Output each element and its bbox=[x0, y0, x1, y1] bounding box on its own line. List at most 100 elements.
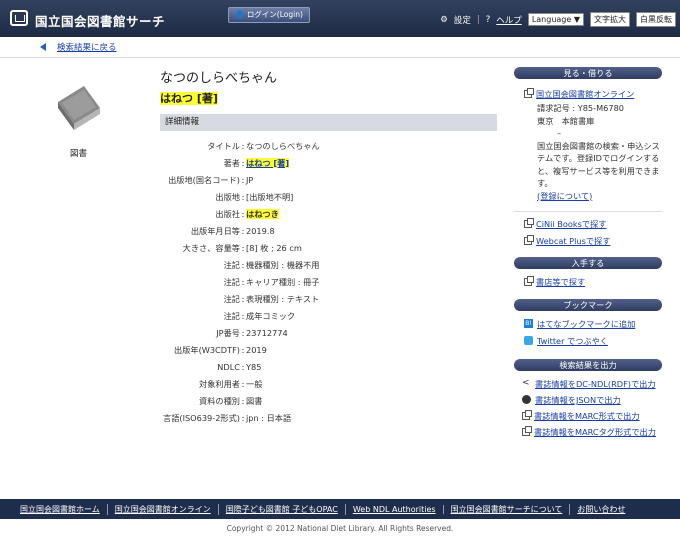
external-link-icon bbox=[524, 88, 534, 98]
field-value: 2019.8 bbox=[246, 225, 275, 236]
footer-link-contact[interactable]: お問い合わせ bbox=[570, 504, 632, 515]
field-value: 23712774 bbox=[246, 327, 288, 338]
bookstore-link[interactable]: 書店等で探す bbox=[524, 276, 662, 288]
webcat-label[interactable]: Webcat Plusで探す bbox=[536, 235, 610, 247]
export-rdf-label[interactable]: 書誌情報をDC-NDL(RDF)で出力 bbox=[535, 378, 656, 390]
author-highlight: はねつ [著] bbox=[160, 92, 218, 105]
dash: – bbox=[557, 128, 562, 138]
twitter-icon bbox=[524, 336, 533, 345]
back-arrow-icon[interactable] bbox=[40, 43, 46, 51]
twitter-label[interactable]: Twitter でつぶやく bbox=[537, 335, 608, 347]
bookstore-label[interactable]: 書店等で探す bbox=[536, 276, 585, 288]
back-to-results-link[interactable]: 検索結果に戻る bbox=[57, 41, 117, 53]
language-select[interactable]: Language ▼ bbox=[527, 13, 584, 26]
export-marc-tag-label[interactable]: 書誌情報をMARCタグ形式で出力 bbox=[534, 426, 656, 438]
json-icon bbox=[522, 395, 531, 404]
site-title[interactable]: 国立国会図書館サーチ bbox=[35, 11, 165, 30]
header-tools: ⚙ 設定 | ? ヘルプ Language ▼ 文字拡大 白黒反転 bbox=[440, 12, 676, 27]
table-row: タイトル: なつのしらべちゃん bbox=[160, 137, 497, 154]
table-row: 資料の種別: 図書 bbox=[160, 392, 497, 409]
table-row: 出版年(W3CDTF):2019 bbox=[160, 341, 497, 358]
register-link[interactable]: (登録について) bbox=[537, 191, 592, 201]
cinii-link[interactable]: CiNii Booksで探す bbox=[524, 218, 662, 230]
field-value: jpn : 日本語 bbox=[246, 412, 292, 423]
field-value: 機器種別 : 機器不用 bbox=[246, 259, 320, 270]
hatena-label[interactable]: はてなブックマークに追加 bbox=[537, 318, 635, 330]
sidebar: 見る・借りる 国立国会図書館オンライン 請求記号 : Y85-M6780 東京 … bbox=[514, 67, 662, 438]
field-value: [出版地不明] bbox=[246, 191, 294, 202]
document-type-label: 図書 bbox=[70, 149, 88, 159]
page-title: なつのしらべちゃん bbox=[160, 71, 278, 86]
footer-link-kids-opac[interactable]: 国際子ども図書館 子どもOPAC bbox=[219, 503, 346, 515]
external-link-icon bbox=[522, 410, 532, 420]
footer-link-ndl-home[interactable]: 国立国会図書館ホーム bbox=[0, 503, 108, 515]
webcat-link[interactable]: Webcat Plusで探す bbox=[524, 235, 662, 247]
ndl-logo-icon[interactable] bbox=[10, 10, 28, 26]
author-link[interactable]: はねつ [著] bbox=[246, 157, 290, 168]
field-label: JP番号 bbox=[216, 327, 240, 338]
table-row: 著者: はねつ [著] bbox=[160, 154, 497, 171]
author-name[interactable]: はねつ [著] bbox=[160, 90, 218, 106]
field-value: キャリア種別 : 冊子 bbox=[246, 276, 320, 287]
service-notice: 国立国会図書館の検索・申込システムです。登録IDでログインすると、複写サービス等… bbox=[537, 140, 660, 189]
site-footer: 国立国会図書館ホーム 国立国会図書館オンライン 国際子ども図書館 子どもOPAC… bbox=[0, 499, 680, 519]
field-label: 出版社 bbox=[215, 208, 240, 219]
table-row: 大きさ、容量等: [8] 枚 ; 26 cm bbox=[160, 239, 497, 256]
ndl-online-label[interactable]: 国立国会図書館オンライン bbox=[536, 88, 634, 100]
invert-colors-button[interactable]: 白黒反転 bbox=[636, 12, 676, 27]
table-row: 出版社: はねつき bbox=[160, 205, 497, 222]
divider bbox=[514, 211, 662, 212]
field-label: 注記 bbox=[223, 276, 240, 287]
field-label: 出版年(W3CDTF) bbox=[174, 344, 240, 355]
field-value: 成年コミック bbox=[246, 310, 296, 321]
footer-link-ndl-online[interactable]: 国立国会図書館オンライン bbox=[108, 503, 219, 515]
export-marc-tag-link[interactable]: 書誌情報をMARCタグ形式で出力 bbox=[522, 426, 662, 438]
export-json-label[interactable]: 書誌情報をJSONで出力 bbox=[535, 394, 621, 406]
hatena-link[interactable]: B! はてなブックマークに追加 bbox=[524, 318, 662, 330]
settings-link[interactable]: 設定 bbox=[454, 14, 471, 26]
field-label: 言語(ISO639-2形式) bbox=[163, 412, 240, 423]
detail-heading: 詳細情報 bbox=[160, 114, 497, 131]
field-label: 出版地(国名コード) bbox=[168, 174, 240, 185]
field-value-author[interactable]: はねつ [著] bbox=[246, 154, 497, 171]
cinii-label[interactable]: CiNii Booksで探す bbox=[536, 218, 606, 230]
gear-icon: ⚙ bbox=[440, 14, 448, 25]
book-icon bbox=[58, 86, 100, 130]
table-row: 出版地(国名コード): JP bbox=[160, 171, 497, 188]
bookmark-heading: ブックマーク bbox=[514, 299, 662, 311]
field-value: JP bbox=[246, 174, 254, 185]
back-bar: 検索結果に戻る bbox=[0, 37, 680, 58]
export-rdf-link[interactable]: < 書誌情報をDC-NDL(RDF)で出力 bbox=[522, 378, 662, 390]
chevron-down-icon: ▼ bbox=[573, 15, 580, 24]
font-larger-button[interactable]: 文字拡大 bbox=[590, 12, 630, 27]
field-label: 注記 bbox=[223, 293, 240, 304]
location: 東京 本館書庫 bbox=[537, 115, 595, 126]
field-label: 資料の種別 bbox=[199, 395, 240, 406]
field-label: タイトル bbox=[207, 140, 240, 151]
help-link[interactable]: ヘルプ bbox=[496, 14, 522, 26]
field-value: 図書 bbox=[246, 395, 263, 406]
site-header: 国立国会図書館サーチ 👤 ログイン(Login) ⚙ 設定 | ? ヘルプ La… bbox=[0, 0, 680, 37]
field-value: なつのしらべちゃん bbox=[246, 140, 320, 151]
divider: | bbox=[476, 14, 480, 25]
detail-table: タイトル: なつのしらべちゃん 著者: はねつ [著] 出版地(国名コード): JP … bbox=[160, 137, 497, 426]
table-row: JP番号:23712774 bbox=[160, 324, 497, 341]
field-label: 出版年月日等 bbox=[190, 225, 240, 236]
footer-link-about[interactable]: 国立国会図書館サーチについて bbox=[444, 503, 571, 515]
export-marc-link[interactable]: 書誌情報をMARC形式で出力 bbox=[522, 410, 662, 422]
export-json-link[interactable]: 書誌情報をJSONで出力 bbox=[522, 394, 662, 406]
table-row: NDLC: Y85 bbox=[160, 358, 497, 375]
ndl-online-link[interactable]: 国立国会図書館オンライン bbox=[524, 88, 662, 100]
external-link-icon bbox=[524, 218, 534, 228]
field-label: 出版地 bbox=[215, 191, 240, 202]
table-row: 出版地: [出版地不明] bbox=[160, 188, 497, 205]
field-label: 大きさ、容量等 bbox=[182, 242, 240, 253]
export-marc-label[interactable]: 書誌情報をMARC形式で出力 bbox=[534, 410, 640, 422]
copyright: Copyright © 2012 National Diet Library. … bbox=[226, 524, 454, 533]
footer-link-authorities[interactable]: Web NDL Authorities bbox=[346, 504, 444, 514]
table-row: 注記: 成年コミック bbox=[160, 307, 497, 324]
twitter-link[interactable]: Twitter でつぶやく bbox=[524, 335, 662, 347]
login-button[interactable]: 👤 ログイン(Login) bbox=[228, 7, 310, 23]
field-value: 表現種別 : テキスト bbox=[246, 293, 320, 304]
register-link-wrap: (登録について) bbox=[537, 190, 662, 203]
